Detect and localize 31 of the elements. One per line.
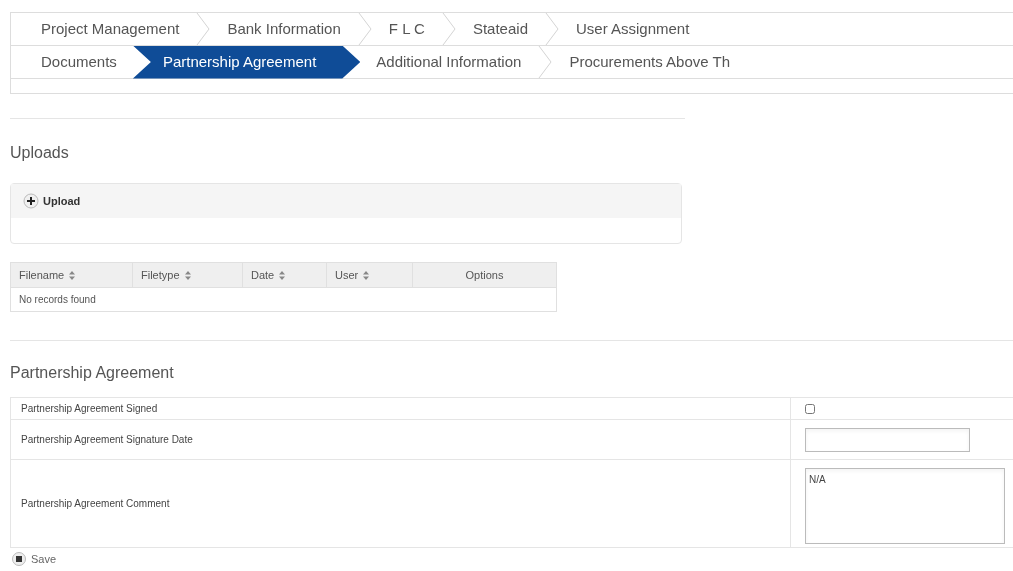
tab[interactable]: Bank Information bbox=[211, 13, 357, 46]
tab[interactable]: User Assignment bbox=[560, 13, 706, 46]
tab[interactable]: Documents bbox=[25, 45, 133, 79]
tab[interactable]: Partnership Agreement bbox=[132, 45, 361, 79]
checkbox[interactable] bbox=[805, 404, 815, 415]
sort-icon bbox=[363, 271, 370, 281]
sort-icon bbox=[69, 271, 76, 281]
section-heading: Partnership Agreement bbox=[10, 363, 175, 383]
tab[interactable]: Stateaid bbox=[456, 13, 544, 46]
field-label: Partnership Agreement Signed bbox=[10, 397, 791, 420]
plus-icon bbox=[23, 193, 39, 209]
tab[interactable]: Procurements Above Th bbox=[553, 45, 747, 79]
upload-button[interactable]: Upload bbox=[23, 192, 81, 210]
section-heading: Uploads bbox=[10, 143, 70, 163]
field-label: Partnership Agreement Comment bbox=[10, 459, 791, 548]
column-header[interactable]: User bbox=[326, 262, 413, 288]
floppy-icon bbox=[12, 552, 26, 567]
tab[interactable]: Additional Information bbox=[360, 45, 538, 79]
tab[interactable]: F L C bbox=[372, 13, 441, 46]
sort-icon bbox=[279, 271, 286, 281]
sort-icon bbox=[184, 271, 191, 281]
column-header[interactable]: Filename bbox=[10, 262, 133, 288]
tab[interactable]: Project Management bbox=[25, 13, 196, 46]
column-header: Options bbox=[412, 262, 557, 288]
empty-message: No records found bbox=[10, 287, 557, 312]
field-label: Partnership Agreement Signature Date bbox=[10, 419, 791, 460]
save-button[interactable]: Save bbox=[12, 551, 57, 568]
column-header[interactable]: Filetype bbox=[132, 262, 243, 288]
date-field[interactable] bbox=[805, 427, 970, 452]
column-header[interactable]: Date bbox=[242, 262, 327, 288]
comment-field[interactable]: N/A bbox=[805, 467, 1005, 544]
